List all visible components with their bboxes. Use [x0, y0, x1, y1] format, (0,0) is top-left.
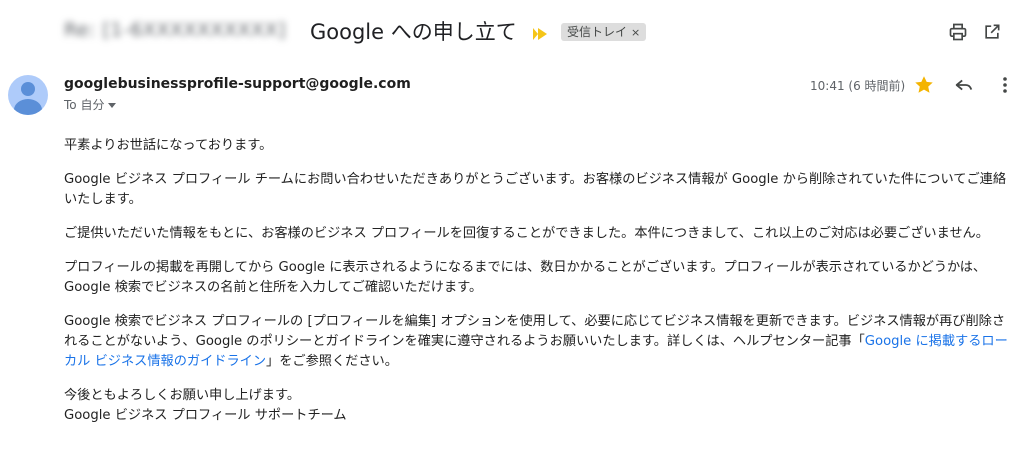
closing-line-1: 今後ともよろしくお願い申し上げます。	[64, 388, 301, 403]
greeting-paragraph: 平素よりお世話になっております。	[64, 138, 273, 153]
avatar-body-shape	[14, 99, 42, 115]
message-body: 平素よりお世話になっております。 Google ビジネス プロフィール チームに…	[64, 136, 1014, 426]
sender-email[interactable]: googlebusinessprofile-support@google.com	[64, 76, 411, 92]
chevron-down-icon	[108, 103, 117, 108]
recipient-details-toggle[interactable]: To 自分	[64, 96, 117, 113]
important-marker-icon[interactable]	[533, 28, 547, 40]
message-timestamp: 10:41 (6 時間前)	[810, 79, 906, 93]
paragraph-text-after-link: 」をご参照ください。	[266, 354, 398, 369]
body-paragraph-2: ご提供いただいた情報をもとに、お客様のビジネス プロフィールを回復することができ…	[64, 226, 989, 241]
reply-icon[interactable]	[953, 74, 975, 96]
to-line-text: To 自分	[64, 98, 105, 112]
label-remove-button[interactable]: ×	[631, 26, 640, 39]
star-icon[interactable]	[913, 74, 935, 96]
subject-prefix-redacted: Re: [1-6XXXXXXXXXX]	[64, 19, 286, 41]
closing-block: 今後ともよろしくお願い申し上げます。 Google ビジネス プロフィール サポー…	[64, 386, 1014, 426]
inbox-label-chip[interactable]: 受信トレイ ×	[561, 23, 647, 41]
email-subject: Google への申し立て	[310, 20, 517, 44]
avatar-head-shape	[21, 82, 35, 96]
label-chip-text: 受信トレイ	[567, 25, 628, 39]
body-paragraph-3: プロフィールの掲載を再開してから Google に表示されるようになるまでには、…	[64, 260, 987, 295]
print-icon[interactable]	[948, 22, 968, 42]
body-paragraph-1: Google ビジネス プロフィール チームにお問い合わせいただきありがとうござ…	[64, 172, 1007, 207]
subject-row: Re: [1-6XXXXXXXXXX] Google への申し立て 受信トレイ ×	[64, 16, 1010, 48]
more-options-icon[interactable]	[995, 74, 1015, 96]
closing-signature: Google ビジネス プロフィール サポートチーム	[64, 408, 347, 423]
body-paragraph-4: Google 検索でビジネス プロフィールの [プロフィールを編集] オプション…	[64, 312, 1014, 372]
sender-avatar[interactable]	[8, 75, 48, 115]
open-in-new-window-icon[interactable]	[982, 22, 1002, 42]
